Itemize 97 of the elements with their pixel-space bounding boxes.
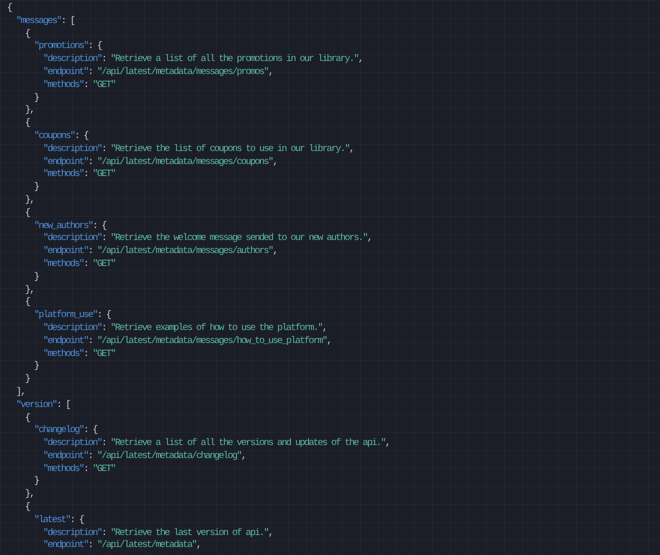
- json-key: "endpoint": [7, 156, 88, 168]
- json-punctuation: }: [33, 475, 39, 488]
- json-string: "Retrieve the list of coupons to use in our library.": [110, 142, 350, 156]
- json-punctuation: ,: [322, 322, 327, 335]
- json-punctuation: },: [24, 488, 34, 502]
- json-string: "/api/latest/metadata": [97, 539, 196, 552]
- json-punctuation: ,: [367, 232, 372, 246]
- json-key: "messages": [7, 14, 62, 28]
- json-punctuation: }: [24, 373, 30, 386]
- json-key: "description": [7, 437, 102, 450]
- json-key: "endpoint": [7, 334, 88, 348]
- json-punctuation: : {: [84, 424, 98, 438]
- json-punctuation: {: [24, 206, 30, 220]
- json-key: "coupons": [7, 130, 75, 143]
- json-string: "Retrieve the last version of api.": [110, 526, 268, 540]
- json-punctuation: :: [84, 168, 90, 182]
- json-punctuation: : {: [92, 220, 106, 232]
- json-key: "methods": [7, 462, 84, 476]
- json-string: "/api/latest/metadata/messages/promos": [97, 66, 268, 79]
- json-punctuation: :: [102, 437, 108, 450]
- json-key: "latest": [7, 514, 70, 527]
- json-string: "GET": [92, 348, 116, 360]
- json-punctuation: }: [33, 92, 39, 104]
- json-key: "promotions": [7, 40, 88, 54]
- json-punctuation: }: [33, 360, 39, 374]
- json-punctuation: ,: [272, 156, 278, 168]
- json-punctuation: :: [102, 232, 108, 246]
- json-string: "/api/latest/metadata/messages/how_to_use_platform": [97, 334, 327, 348]
- json-punctuation: {: [7, 2, 12, 15]
- json-punctuation: }: [33, 181, 39, 194]
- json-punctuation: },: [24, 104, 34, 118]
- json-punctuation: :: [88, 450, 94, 463]
- json-key: "methods": [7, 258, 84, 271]
- json-string: "Retrieve examples of how to use the platform.": [110, 322, 322, 335]
- json-punctuation: ,: [385, 437, 390, 450]
- json-punctuation: ,: [196, 539, 201, 552]
- json-punctuation: :: [102, 142, 108, 156]
- json-string: "GET": [92, 462, 116, 476]
- json-key: "platform_use": [7, 309, 98, 322]
- json-punctuation: }: [33, 270, 39, 284]
- json-punctuation: {: [24, 412, 30, 424]
- json-key: "description": [7, 526, 102, 540]
- json-key: "endpoint": [7, 245, 88, 258]
- json-punctuation: : {: [97, 309, 111, 322]
- json-string: "GET": [92, 168, 116, 182]
- json-punctuation: : {: [74, 130, 88, 143]
- json-punctuation: {: [24, 501, 30, 514]
- json-key: "description": [7, 232, 102, 246]
- json-key: "description": [7, 322, 102, 335]
- json-punctuation: ,: [272, 245, 278, 258]
- json-string: "/api/latest/metadata/messages/coupons": [97, 156, 273, 168]
- json-punctuation: {: [24, 296, 30, 310]
- json-punctuation: :: [84, 78, 90, 92]
- json-punctuation: :: [88, 66, 94, 79]
- json-punctuation: : {: [70, 514, 84, 527]
- json-punctuation: {: [24, 117, 30, 130]
- json-key: "description": [7, 53, 102, 66]
- json-punctuation: :: [102, 526, 108, 540]
- json-punctuation: :: [88, 245, 94, 258]
- json-string: "Retrieve the welcome message sended to our new authors.": [110, 232, 368, 246]
- json-string: "Retrieve a list of all the versions and updates of the api.": [110, 437, 386, 450]
- json-key: "new_authors": [7, 220, 93, 232]
- json-punctuation: :: [84, 348, 90, 360]
- json-key: "methods": [7, 78, 84, 92]
- json-punctuation: :: [88, 539, 94, 552]
- json-punctuation: :: [102, 53, 108, 66]
- json-string: "/api/latest/metadata/messages/authors": [97, 245, 273, 258]
- json-punctuation: ,: [268, 526, 273, 540]
- json-punctuation: : [: [61, 14, 75, 28]
- json-string: "GET": [92, 258, 116, 271]
- json-punctuation: :: [88, 156, 94, 168]
- json-key: "description": [7, 142, 102, 156]
- json-punctuation: ,: [349, 142, 354, 156]
- json-string: "/api/latest/metadata/changelog": [97, 450, 242, 463]
- json-punctuation: ,: [268, 66, 273, 79]
- json-punctuation: ,: [241, 450, 246, 463]
- json-punctuation: },: [24, 284, 34, 296]
- json-key: "methods": [7, 168, 84, 182]
- json-key: "changelog": [7, 424, 84, 438]
- json-key: "endpoint": [7, 450, 88, 463]
- json-punctuation: ,: [358, 53, 363, 66]
- json-key: "methods": [7, 348, 84, 360]
- json-punctuation: : [: [56, 398, 70, 412]
- json-punctuation: :: [88, 334, 94, 348]
- json-punctuation: :: [84, 258, 90, 271]
- json-key: "version": [7, 398, 57, 412]
- json-punctuation: },: [24, 194, 34, 207]
- json-key: "endpoint": [7, 66, 88, 79]
- json-punctuation: :: [102, 322, 108, 335]
- json-punctuation: : {: [88, 40, 102, 54]
- json-punctuation: :: [84, 462, 90, 476]
- json-string: "GET": [92, 78, 116, 92]
- json-punctuation: ],: [15, 386, 26, 399]
- json-punctuation: ,: [326, 334, 332, 348]
- json-string: "Retrieve a list of all the promotions in our library.": [110, 53, 358, 66]
- json-key: "endpoint": [7, 539, 88, 552]
- json-punctuation: {: [24, 28, 30, 40]
